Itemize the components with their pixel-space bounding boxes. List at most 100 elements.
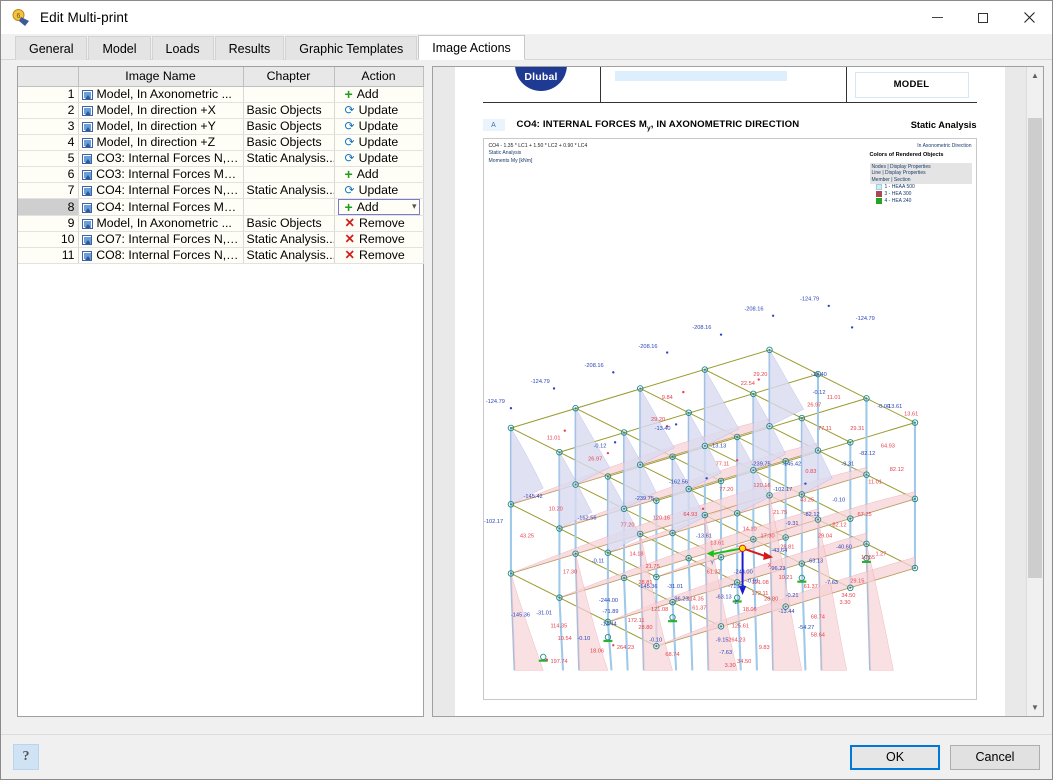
- chevron-down-icon[interactable]: ▾: [412, 201, 417, 212]
- table-row[interactable]: 11 CO8: Internal Forces N, I... Static A…: [18, 247, 424, 264]
- cell-image-name[interactable]: Model, In Axonometric ...: [78, 86, 244, 103]
- row-number: 7: [18, 182, 79, 199]
- cell-action-dropdown[interactable]: + Add ▾: [334, 198, 424, 216]
- cell-image-name[interactable]: Model, In direction +Z: [78, 134, 244, 151]
- table-row[interactable]: 4 Model, In direction +Z Basic Objects ⟳…: [18, 134, 424, 151]
- svg-text:-208.16: -208.16: [638, 344, 657, 350]
- cell-action[interactable]: ⟳ Update: [334, 134, 424, 151]
- row-number: 1: [18, 86, 79, 103]
- tab-graphic-templates[interactable]: Graphic Templates: [285, 36, 418, 60]
- cancel-button[interactable]: Cancel: [950, 744, 1040, 770]
- close-button[interactable]: [1006, 1, 1052, 34]
- row-number: 4: [18, 134, 79, 151]
- cell-action[interactable]: ⟳ Update: [334, 150, 424, 167]
- cell-chapter[interactable]: Static Analysis...: [243, 247, 335, 264]
- cell-image-name[interactable]: CO7: Internal Forces N, I...: [78, 231, 244, 248]
- svg-text:9.84: 9.84: [661, 395, 672, 401]
- table-row[interactable]: 5 CO3: Internal Forces N, I... Static An…: [18, 150, 424, 167]
- svg-text:-82.12: -82.12: [803, 512, 819, 518]
- table-row[interactable]: 7 CO4: Internal Forces N, I... Static An…: [18, 182, 424, 199]
- scroll-up-button[interactable]: ▲: [1027, 67, 1043, 84]
- cell-image-name[interactable]: CO3: Internal Forces My, ...: [78, 166, 244, 183]
- table-row[interactable]: 3 Model, In direction +Y Basic Objects ⟳…: [18, 118, 424, 135]
- column-header-chapter[interactable]: Chapter: [243, 67, 335, 87]
- cell-action[interactable]: ⟳ Update: [334, 102, 424, 119]
- svg-text:-9.15: -9.15: [715, 638, 728, 644]
- preview-vertical-scrollbar[interactable]: ▲ ▼: [1026, 67, 1043, 716]
- svg-text:67.25: 67.25: [857, 512, 871, 518]
- table-row[interactable]: 10 CO7: Internal Forces N, I... Static A…: [18, 231, 424, 248]
- cell-action[interactable]: ✕ Remove: [334, 247, 424, 264]
- table-row[interactable]: 9 Model, In Axonometric ... Basic Object…: [18, 215, 424, 232]
- maximize-button[interactable]: [960, 1, 1006, 34]
- cell-chapter[interactable]: Basic Objects: [243, 102, 335, 119]
- scroll-track[interactable]: [1027, 84, 1043, 699]
- tab-general[interactable]: General: [15, 36, 88, 60]
- svg-text:-43.64: -43.64: [771, 548, 787, 554]
- cell-action[interactable]: + Add: [334, 166, 424, 183]
- table-row-selected[interactable]: 8 CO4: Internal Forces My, ... + Add ▾: [18, 198, 424, 216]
- image-icon: [81, 170, 93, 180]
- row-number: 5: [18, 150, 79, 167]
- figure-title-main: CO4: INTERNAL FORCES M: [516, 119, 648, 130]
- scroll-down-button[interactable]: ▼: [1027, 699, 1043, 716]
- cell-chapter[interactable]: Basic Objects: [243, 118, 335, 135]
- tab-model[interactable]: Model: [88, 36, 151, 60]
- cell-image-name[interactable]: CO4: Internal Forces N, I...: [78, 182, 244, 199]
- cell-chapter[interactable]: [243, 86, 335, 103]
- action-label: Update: [358, 135, 399, 149]
- svg-text:-31.01: -31.01: [536, 611, 552, 617]
- svg-text:10.20: 10.20: [548, 506, 562, 512]
- svg-text:-124.79: -124.79: [530, 379, 549, 385]
- table-row[interactable]: 6 CO3: Internal Forces My, ... + Add: [18, 166, 424, 183]
- cell-chapter[interactable]: Static Analysis...: [243, 231, 335, 248]
- cell-image-name[interactable]: CO4: Internal Forces My, ...: [78, 198, 244, 216]
- cell-chapter[interactable]: Static Analysis...: [243, 182, 335, 199]
- svg-text:61.37: 61.37: [803, 584, 817, 590]
- tab-loads[interactable]: Loads: [151, 36, 214, 60]
- figure-title-rest: , IN AXONOMETRIC DIRECTION: [650, 119, 800, 130]
- table-row[interactable]: 1 Model, In Axonometric ... + Add: [18, 86, 424, 103]
- cell-image-name[interactable]: CO8: Internal Forces N, I...: [78, 247, 244, 264]
- cell-chapter[interactable]: Basic Objects: [243, 134, 335, 151]
- svg-text:11.01: 11.01: [546, 436, 560, 442]
- svg-text:29.31: 29.31: [850, 426, 864, 432]
- svg-text:68.74: 68.74: [810, 614, 824, 620]
- image-icon: [81, 186, 93, 196]
- cell-chapter[interactable]: Basic Objects: [243, 215, 335, 232]
- preview-page-area[interactable]: Dlubal MODEL A CO4: INTERNAL FORCES My, …: [433, 67, 1026, 716]
- svg-text:43.25: 43.25: [800, 498, 814, 504]
- ok-button[interactable]: OK: [850, 744, 940, 770]
- cell-action[interactable]: ✕ Remove: [334, 215, 424, 232]
- column-header-image-name[interactable]: Image Name: [78, 67, 244, 87]
- minimize-button[interactable]: [914, 1, 960, 34]
- column-header-rownum[interactable]: [18, 67, 79, 87]
- svg-text:114.35: 114.35: [686, 596, 703, 602]
- cell-image-name[interactable]: Model, In Axonometric ...: [78, 215, 244, 232]
- cell-image-name[interactable]: Model, In direction +X: [78, 102, 244, 119]
- column-header-action[interactable]: Action: [334, 67, 424, 87]
- tab-results[interactable]: Results: [214, 36, 285, 60]
- svg-text:-13.44: -13.44: [778, 609, 794, 615]
- cell-image-name[interactable]: Model, In direction +Y: [78, 118, 244, 135]
- cell-chapter[interactable]: [243, 166, 335, 183]
- dialog-body: Image Name Chapter Action 1 Model, In Ax…: [1, 60, 1052, 734]
- cell-action[interactable]: ⟳ Update: [334, 118, 424, 135]
- svg-text:120.16: 120.16: [753, 483, 770, 489]
- tab-image-actions[interactable]: Image Actions: [418, 35, 525, 60]
- action-label: Update: [358, 151, 399, 165]
- cell-chapter[interactable]: Static Analysis...: [243, 150, 335, 167]
- cell-image-name[interactable]: CO3: Internal Forces N, I...: [78, 150, 244, 167]
- footer-buttons: OK Cancel: [850, 744, 1040, 770]
- cell-action[interactable]: ✕ Remove: [334, 231, 424, 248]
- cell-action[interactable]: + Add: [334, 86, 424, 103]
- cell-action[interactable]: ⟳ Update: [334, 182, 424, 199]
- row-number: 8: [18, 198, 79, 216]
- svg-text:6: 6: [17, 13, 21, 20]
- figure-frame[interactable]: CO4 - 1.35 * LC1 + 1.50 * LC2 + 0.90 * L…: [482, 137, 977, 700]
- svg-text:61.37: 61.37: [692, 605, 706, 611]
- cell-chapter[interactable]: [243, 198, 335, 216]
- table-row[interactable]: 2 Model, In direction +X Basic Objects ⟳…: [18, 102, 424, 119]
- scroll-thumb[interactable]: [1028, 118, 1042, 578]
- help-button[interactable]: ?: [13, 744, 39, 770]
